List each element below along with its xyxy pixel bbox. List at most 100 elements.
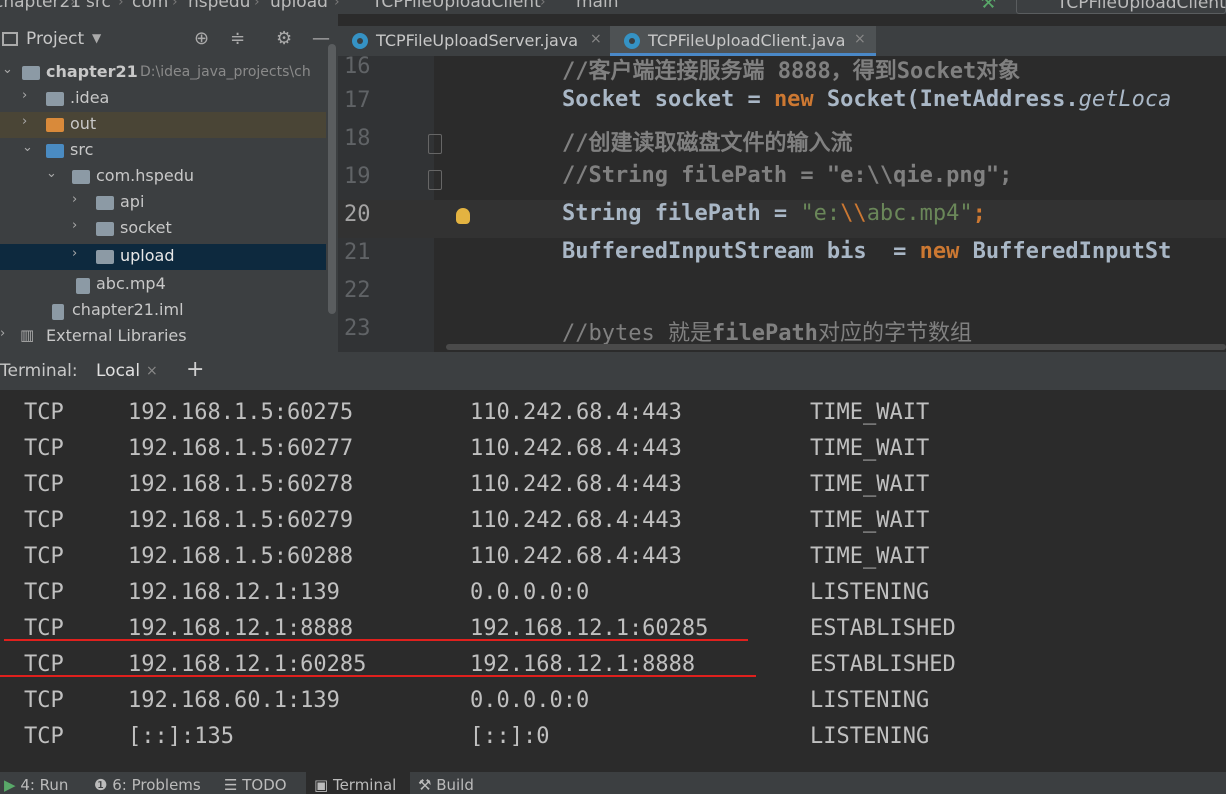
- tree-item-socket[interactable]: › socket: [0, 216, 326, 242]
- project-title[interactable]: Project: [26, 29, 84, 49]
- tree-item-label: abc.mp4: [96, 274, 166, 293]
- state-cell: ESTABLISHED: [810, 616, 956, 641]
- terminal-row: TCP 192.168.1.5:60277 110.242.68.4:443 TIME…: [0, 430, 1226, 466]
- breadcrumb-separator: ›: [540, 0, 546, 10]
- proto-cell: TCP: [24, 724, 64, 749]
- close-icon[interactable]: ×: [590, 31, 602, 47]
- code-text: BufferedInputStream bis = new BufferedIn…: [562, 239, 1172, 264]
- build-button[interactable]: ⚒ Build: [418, 776, 474, 794]
- proto-cell: TCP: [24, 436, 64, 461]
- tree-item-idea[interactable]: › .idea: [0, 86, 326, 112]
- run-button[interactable]: ▶ 4: Run: [4, 776, 68, 794]
- libraries-icon: ▥: [20, 326, 35, 344]
- tree-item-abc-mp4[interactable]: abc.mp4: [0, 272, 326, 298]
- run-configuration-selector[interactable]: TCPFileUploadClient: [1016, 0, 1226, 14]
- breadcrumb-item[interactable]: hspedu: [188, 0, 250, 12]
- problems-button[interactable]: ❶ 6: Problems: [94, 776, 201, 794]
- warning-icon: ❶: [94, 776, 113, 794]
- terminal-button[interactable]: ▣ Terminal: [306, 772, 410, 794]
- chevron-down-icon[interactable]: ⌄: [46, 166, 57, 181]
- tree-item-chapter21-iml[interactable]: chapter21.iml: [0, 298, 326, 324]
- chevron-right-icon[interactable]: ›: [72, 218, 77, 233]
- code-text: String filePath = "e:\\abc.mp4";: [562, 201, 986, 226]
- tree-item-out[interactable]: › out: [0, 112, 326, 138]
- chevron-right-icon[interactable]: ›: [72, 192, 77, 207]
- chevron-right-icon[interactable]: ›: [0, 326, 5, 341]
- breadcrumb-item[interactable]: upload: [270, 0, 328, 12]
- local-address-cell: 192.168.12.1:8888: [128, 616, 354, 641]
- line-number: 20: [344, 202, 371, 227]
- tree-item-com-hspedu[interactable]: ⌄ com.hspedu: [0, 164, 326, 190]
- red-underline-annotation: [4, 639, 748, 641]
- proto-cell: TCP: [24, 472, 64, 497]
- tab-local[interactable]: Local ×: [84, 352, 174, 390]
- terminal-output[interactable]: TCP 192.168.1.5:60275 110.242.68.4:443 TIME…: [0, 390, 1226, 772]
- terminal-icon: ▣: [314, 776, 333, 794]
- list-icon: ☰: [224, 776, 243, 794]
- terminal-row: TCP 192.168.1.5:60288 110.242.68.4:443 TIME…: [0, 538, 1226, 574]
- chevron-right-icon[interactable]: ›: [22, 114, 27, 129]
- todo-label: TODO: [242, 776, 287, 794]
- local-address-cell: 192.168.1.5:60279: [128, 508, 354, 533]
- close-icon[interactable]: ×: [146, 363, 158, 379]
- breadcrumb-item[interactable]: src: [86, 0, 111, 12]
- local-address-cell: [::]:135: [128, 724, 234, 749]
- play-icon: ▶: [4, 776, 21, 794]
- package-icon: [96, 250, 114, 264]
- tree-item-upload[interactable]: › upload: [0, 244, 326, 270]
- chevron-down-icon[interactable]: ▼: [92, 31, 101, 45]
- tab-label: TCPFileUploadClient.java: [648, 31, 846, 50]
- chevron-right-icon[interactable]: ›: [22, 88, 27, 103]
- breadcrumb-item[interactable]: TCPFileUploadClient: [372, 0, 541, 12]
- foreign-address-cell: 0.0.0.0:0: [470, 688, 590, 713]
- todo-button[interactable]: ☰ TODO: [224, 776, 287, 794]
- new-tab-button[interactable]: +: [186, 357, 204, 382]
- tree-item-chapter21[interactable]: ⌄ chapter21 D:\idea_java_projects\ch: [0, 60, 326, 86]
- folder-icon: [46, 118, 64, 132]
- foreign-address-cell: 110.242.68.4:443: [470, 508, 682, 533]
- terminal-row: TCP 192.168.1.5:60275 110.242.68.4:443 TIME…: [0, 394, 1226, 430]
- code-line-current: 20 String filePath = "e:\\abc.mp4";: [338, 200, 1226, 238]
- hammer-icon[interactable]: ⚒: [980, 0, 996, 13]
- breadcrumb-item[interactable]: main: [576, 0, 618, 12]
- breadcrumb-separator: ›: [334, 0, 340, 10]
- chevron-right-icon[interactable]: ›: [72, 246, 77, 261]
- code-editor[interactable]: TCPFileUploadServer.java × TCPFileUpload…: [338, 14, 1226, 352]
- close-icon[interactable]: ×: [854, 31, 866, 47]
- proto-cell: TCP: [24, 580, 64, 605]
- package-icon: [72, 170, 90, 184]
- chevron-down-icon[interactable]: ⌄: [22, 140, 33, 155]
- tool-window-bar: ▶ 4: Run ❶ 6: Problems ☰ TODO ▣ Terminal…: [0, 772, 1226, 794]
- chevron-down-icon[interactable]: ⌄: [2, 62, 13, 77]
- proto-cell: TCP: [24, 508, 64, 533]
- gear-icon[interactable]: ⚙: [276, 28, 292, 49]
- vertical-scrollbar[interactable]: [328, 44, 336, 314]
- breadcrumb-separator: ›: [254, 0, 260, 10]
- foreign-address-cell: [::]:0: [470, 724, 550, 749]
- fold-icon[interactable]: [428, 170, 442, 190]
- tree-item-label: upload: [120, 246, 175, 265]
- crosshair-icon[interactable]: ⊕: [194, 28, 209, 49]
- breadcrumb-item[interactable]: chapter21: [0, 0, 81, 12]
- tree-item-src[interactable]: ⌄ src: [0, 138, 326, 164]
- fold-icon[interactable]: [428, 134, 442, 154]
- line-number: 21: [344, 240, 371, 265]
- line-number: 22: [344, 278, 371, 303]
- collapse-all-icon[interactable]: ≑: [230, 28, 245, 49]
- breadcrumb-item[interactable]: com: [132, 0, 168, 12]
- java-class-icon: [624, 33, 640, 49]
- horizontal-scrollbar[interactable]: [446, 344, 1226, 350]
- state-cell: ESTABLISHED: [810, 652, 956, 677]
- red-underline-annotation: [0, 675, 756, 677]
- terminal-header: Terminal: Local × +: [0, 352, 1226, 390]
- tree-item-external-libraries[interactable]: › ▥ External Libraries: [0, 324, 326, 350]
- package-icon: [96, 196, 114, 210]
- tree-item-api[interactable]: › api: [0, 190, 326, 216]
- proto-cell: TCP: [24, 616, 64, 641]
- tab-label: Local: [96, 361, 141, 381]
- tree-item-label: src: [70, 140, 94, 159]
- package-icon: [96, 222, 114, 236]
- java-class-icon: [352, 33, 368, 49]
- lightbulb-icon[interactable]: [456, 208, 470, 224]
- terminal-row: TCP 192.168.60.1:139 0.0.0.0:0 LISTENING: [0, 682, 1226, 718]
